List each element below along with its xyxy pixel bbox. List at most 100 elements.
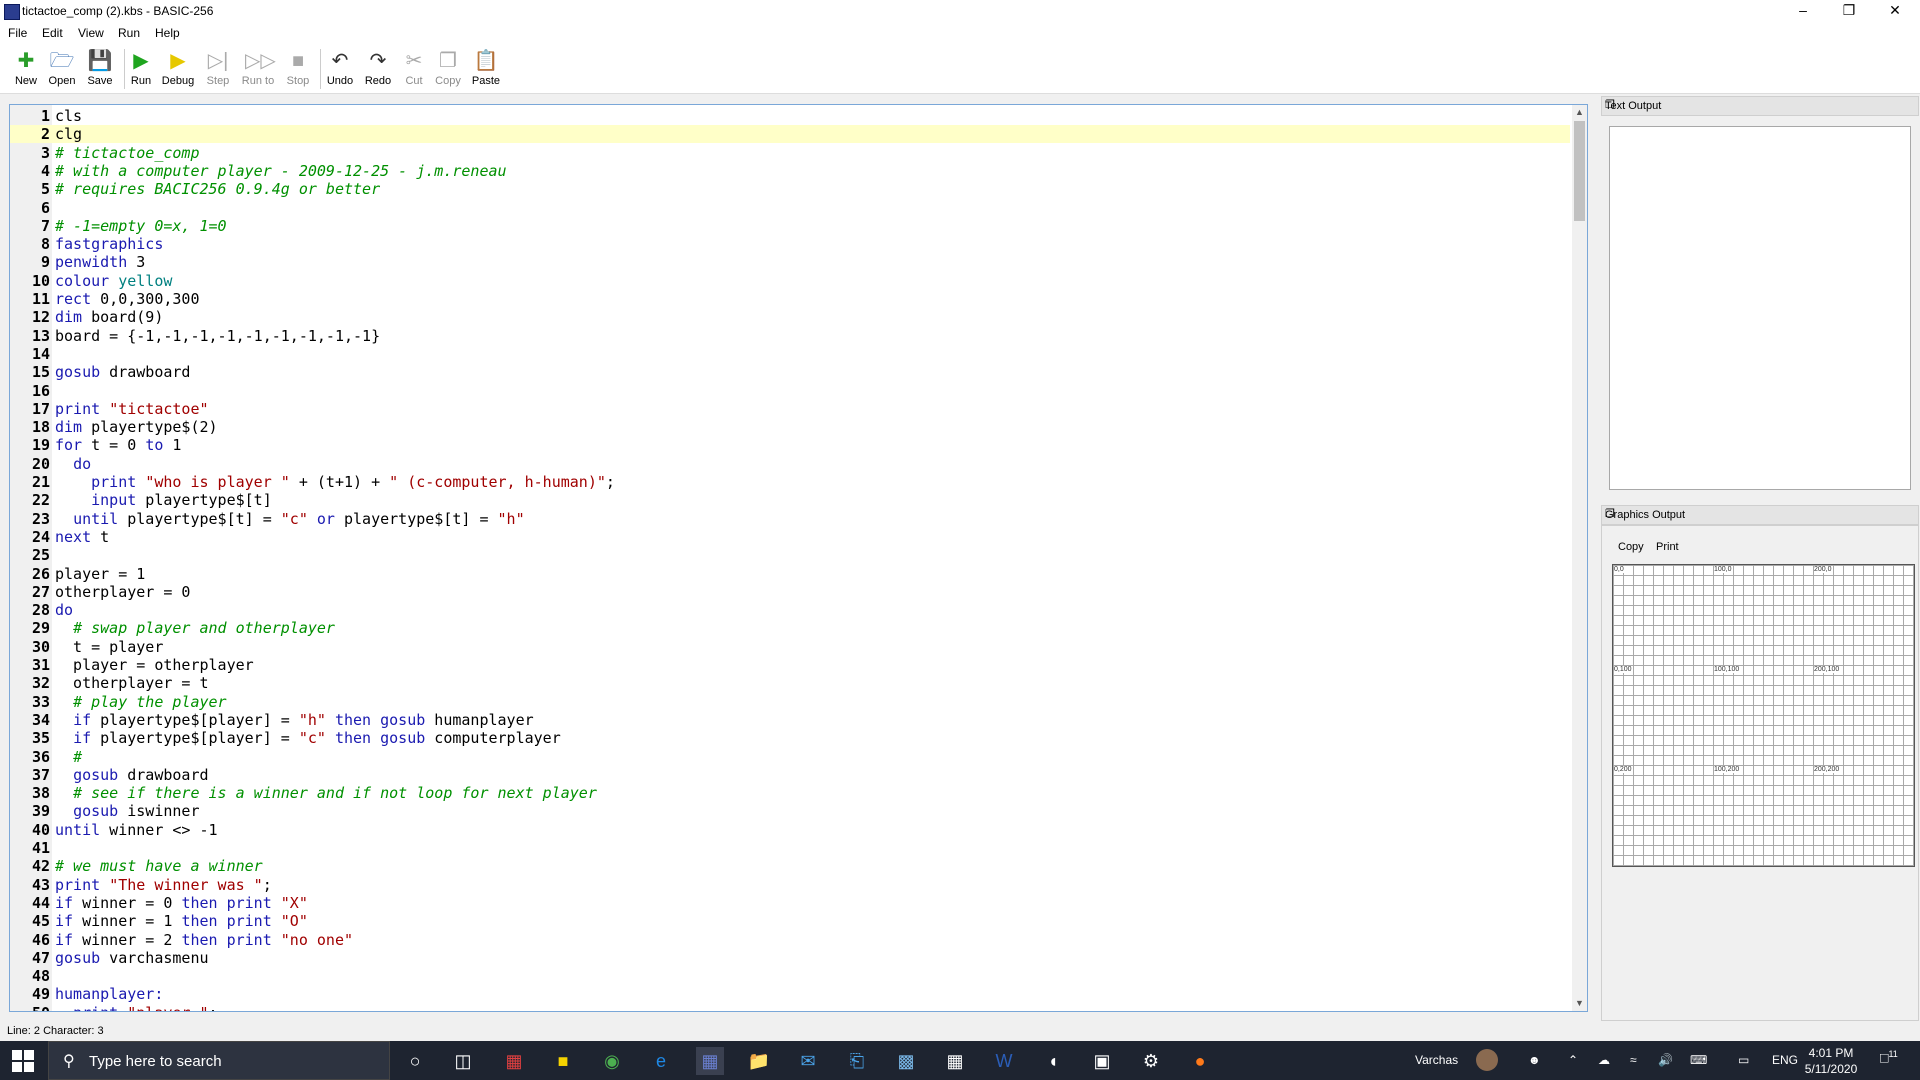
- code-line[interactable]: 18 dim playertype$(2): [10, 418, 1570, 436]
- stop-button[interactable]: ■ Stop: [280, 47, 316, 91]
- cut-button[interactable]: ✂ Cut: [396, 47, 432, 91]
- user-avatar[interactable]: [1476, 1049, 1498, 1071]
- settings-gear-icon[interactable]: ⚙: [1137, 1047, 1165, 1075]
- code-line[interactable]: 17 print "tictactoe": [10, 400, 1570, 418]
- maximize-button[interactable]: ❐: [1826, 0, 1872, 22]
- code-line[interactable]: 14: [10, 345, 1570, 363]
- paste-button[interactable]: 📋 Paste: [468, 47, 504, 91]
- snipping-tool-icon[interactable]: ▩: [892, 1047, 920, 1075]
- code-line[interactable]: 12 dim board(9): [10, 308, 1570, 326]
- code-line[interactable]: 23 until playertype$[t] = "c" or playert…: [10, 510, 1570, 528]
- code-line[interactable]: 34 if playertype$[player] = "h" then gos…: [10, 711, 1570, 729]
- undock-icon[interactable]: ❐: [1605, 507, 1914, 520]
- menu-file[interactable]: File: [8, 26, 27, 40]
- code-line[interactable]: 10 colour yellow: [10, 272, 1570, 290]
- code-line[interactable]: 22 input playertype$[t]: [10, 491, 1570, 509]
- cortana-icon[interactable]: ○: [401, 1047, 429, 1075]
- code-line[interactable]: 7 # -1=empty 0=x, 1=0: [10, 217, 1570, 235]
- code-line[interactable]: 45 if winner = 1 then print "O": [10, 912, 1570, 930]
- run-to-button[interactable]: ▷▷ Run to: [240, 47, 276, 91]
- code-line[interactable]: 24 next t: [10, 528, 1570, 546]
- onedrive-cloud-icon[interactable]: ☁: [1598, 1053, 1610, 1067]
- chevron-up-icon[interactable]: ⌃: [1568, 1053, 1578, 1067]
- code-line[interactable]: 30 t = player: [10, 638, 1570, 656]
- edge-icon[interactable]: e: [647, 1047, 675, 1075]
- code-line[interactable]: 27 otherplayer = 0: [10, 583, 1570, 601]
- code-line[interactable]: 40 until winner <> -1: [10, 821, 1570, 839]
- code-line[interactable]: 39 gosub iswinner: [10, 802, 1570, 820]
- code-line[interactable]: 3 # tictactoe_comp: [10, 144, 1570, 162]
- code-line[interactable]: 26 player = 1: [10, 565, 1570, 583]
- graphics-copy-button[interactable]: Copy: [1618, 541, 1644, 553]
- code-line[interactable]: 28 do: [10, 601, 1570, 619]
- sticky-notes-icon[interactable]: ■: [549, 1047, 577, 1075]
- taskbar-user-name[interactable]: Varchas: [1415, 1053, 1458, 1067]
- graphics-print-button[interactable]: Print: [1656, 541, 1679, 553]
- task-view-icon[interactable]: ◫: [449, 1047, 477, 1075]
- code-line[interactable]: 36 #: [10, 748, 1570, 766]
- code-line[interactable]: 9 penwidth 3: [10, 253, 1570, 271]
- menu-help[interactable]: Help: [155, 26, 180, 40]
- code-line[interactable]: 38 # see if there is a winner and if not…: [10, 784, 1570, 802]
- scroll-up-arrow-icon[interactable]: ▲: [1572, 105, 1587, 120]
- menu-edit[interactable]: Edit: [42, 26, 63, 40]
- redo-button[interactable]: ↷ Redo: [360, 47, 396, 91]
- new-button[interactable]: ✚ New: [8, 47, 44, 91]
- code-line[interactable]: 6: [10, 199, 1570, 217]
- step-button[interactable]: ▷| Step: [200, 47, 236, 91]
- code-line[interactable]: 21 print "who is player " + (t+1) + " (c…: [10, 473, 1570, 491]
- basic256-taskbar-icon[interactable]: ▦: [696, 1047, 724, 1075]
- scroll-down-arrow-icon[interactable]: ▼: [1572, 996, 1587, 1011]
- code-line[interactable]: 33 # play the player: [10, 693, 1570, 711]
- code-line[interactable]: 4 # with a computer player - 2009-12-25 -…: [10, 162, 1570, 180]
- open-button[interactable]: 🗁 Open: [44, 47, 80, 91]
- word-icon[interactable]: W: [990, 1047, 1018, 1075]
- save-button[interactable]: 💾 Save: [82, 47, 118, 91]
- code-line[interactable]: 50 print "player ";: [10, 1004, 1570, 1011]
- code-editor[interactable]: 1 cls 2 clg 3 # tictactoe_comp 4 # with a compu…: [9, 104, 1588, 1012]
- code-line[interactable]: 49 humanplayer:: [10, 985, 1570, 1003]
- photos-icon[interactable]: ▣: [1088, 1047, 1116, 1075]
- menu-view[interactable]: View: [78, 26, 104, 40]
- volume-icon[interactable]: 🔊: [1658, 1053, 1673, 1067]
- code-line[interactable]: 15 gosub drawboard: [10, 363, 1570, 381]
- system-clock[interactable]: 4:01 PM 5/11/2020: [1798, 1045, 1864, 1077]
- code-line[interactable]: 16: [10, 382, 1570, 400]
- code-line[interactable]: 47 gosub varchasmenu: [10, 949, 1570, 967]
- people-icon[interactable]: ☻: [1528, 1053, 1541, 1067]
- code-line[interactable]: 5 # requires BACIC256 0.9.4g or better: [10, 180, 1570, 198]
- code-line[interactable]: 8 fastgraphics: [10, 235, 1570, 253]
- editor-vertical-scrollbar[interactable]: ▲ ▼: [1572, 105, 1587, 1011]
- code-line[interactable]: 19 for t = 0 to 1: [10, 436, 1570, 454]
- code-line[interactable]: 41: [10, 839, 1570, 857]
- media-icon[interactable]: ◖: [1039, 1047, 1067, 1075]
- mail-icon[interactable]: ✉: [794, 1047, 822, 1075]
- code-line[interactable]: 35 if playertype$[player] = "c" then gos…: [10, 729, 1570, 747]
- undock-icon[interactable]: ❐: [1605, 98, 1914, 111]
- wifi-icon[interactable]: ≈: [1630, 1053, 1637, 1067]
- code-line[interactable]: 44 if winner = 0 then print "X": [10, 894, 1570, 912]
- code-line[interactable]: 1 cls: [10, 107, 1570, 125]
- file-explorer-icon[interactable]: 📁: [745, 1047, 773, 1075]
- code-line[interactable]: 46 if winner = 2 then print "no one": [10, 931, 1570, 949]
- code-line[interactable]: 2 clg: [10, 125, 1570, 144]
- display-icon[interactable]: ▭: [1738, 1053, 1749, 1067]
- chrome-icon[interactable]: ◉: [598, 1047, 626, 1075]
- notification-icon[interactable]: □11: [1880, 1049, 1898, 1066]
- graphics-canvas[interactable]: 0,0 100,0 200,0 0,100 100,100 200,100 0,…: [1612, 564, 1915, 867]
- code-line[interactable]: 13 board = {-1,-1,-1,-1,-1,-1,-1,-1,-1}: [10, 327, 1570, 345]
- menu-run[interactable]: Run: [118, 26, 140, 40]
- keyboard-icon[interactable]: ⌨: [1690, 1053, 1707, 1067]
- undo-button[interactable]: ↶ Undo: [322, 47, 358, 91]
- news-app-icon[interactable]: ▦: [500, 1047, 528, 1075]
- calculator-icon[interactable]: ▦: [941, 1047, 969, 1075]
- code-line[interactable]: 20 do: [10, 455, 1570, 473]
- windows-start-icon[interactable]: [12, 1050, 34, 1072]
- code-line[interactable]: 42 # we must have a winner: [10, 857, 1570, 875]
- run-button[interactable]: ▶ Run: [123, 47, 159, 91]
- code-line[interactable]: 29 # swap player and otherplayer: [10, 619, 1570, 637]
- code-line[interactable]: 25: [10, 546, 1570, 564]
- minimize-button[interactable]: –: [1780, 0, 1826, 22]
- text-output-area[interactable]: [1609, 126, 1911, 490]
- copy-button[interactable]: ❐ Copy: [430, 47, 466, 91]
